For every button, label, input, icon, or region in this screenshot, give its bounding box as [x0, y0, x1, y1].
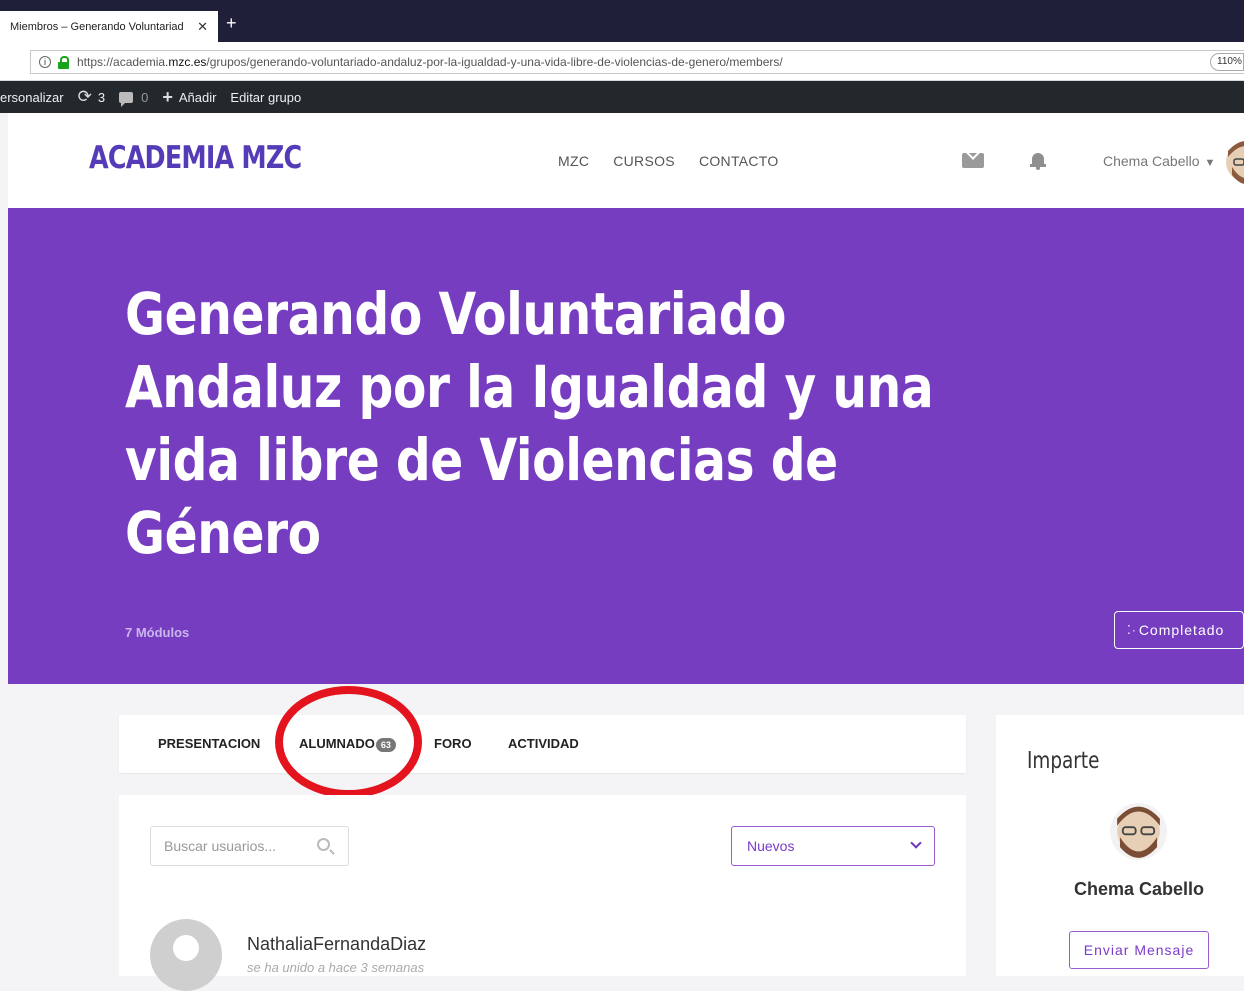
site-logo[interactable]: ACADEMIA MZC [89, 140, 302, 176]
avatar[interactable] [1226, 137, 1244, 187]
nav-item-contacto[interactable]: CONTACTO [699, 153, 779, 169]
modules-count: 7 Módulos [125, 625, 190, 640]
order-selected-value: Nuevos [747, 838, 795, 854]
instructor-sidebar: Imparte Chema Cabello Enviar Mensaje [996, 715, 1244, 976]
bell-icon[interactable] [1030, 151, 1046, 170]
sync-icon: ⟳ [77, 87, 92, 106]
browser-tab[interactable]: Miembros – Generando Voluntariad ✕ [0, 11, 218, 42]
highlight-circle [275, 686, 422, 798]
nav-item-cursos[interactable]: CURSOS [613, 153, 675, 169]
lock-icon[interactable] [58, 55, 69, 69]
user-menu[interactable]: Chema Cabello ▼ [1103, 153, 1215, 169]
user-name: Chema Cabello [1103, 153, 1200, 169]
order-select[interactable]: Nuevos [731, 826, 935, 866]
site-header: ACADEMIA MZC MZC CURSOS CONTACTO Chema C… [8, 113, 1244, 208]
avatar[interactable] [150, 919, 222, 991]
search-placeholder: Buscar usuarios... [164, 838, 277, 854]
tab-foro[interactable]: FORO [434, 736, 472, 751]
close-icon[interactable]: ✕ [197, 19, 208, 35]
instructor-name[interactable]: Chema Cabello [996, 879, 1244, 900]
chevron-down-icon: ▼ [1204, 157, 1216, 169]
info-icon[interactable]: i [39, 56, 51, 68]
completed-button[interactable]: ⁚· Completado [1114, 611, 1244, 649]
admin-comments-link[interactable]: 0 [119, 89, 149, 107]
admin-bar: ersonalizar ⟳ 3 0 + Añadir Editar grupo [0, 81, 1244, 113]
url-text: https://academia.mzc.es/grupos/generando… [77, 55, 783, 69]
comments-count: 0 [141, 89, 149, 105]
members-panel: Buscar usuarios... Nuevos NathaliaFernan… [119, 795, 966, 991]
progress-icon: ⁚· [1127, 623, 1137, 637]
send-message-button[interactable]: Enviar Mensaje [1069, 931, 1209, 969]
comment-icon [119, 91, 134, 107]
avatar[interactable] [1110, 803, 1167, 860]
admin-updates-link[interactable]: ⟳ 3 [78, 87, 105, 107]
member-joined: se ha unido a hace 3 semanas [247, 960, 425, 975]
tab-actividad[interactable]: ACTIVIDAD [508, 736, 579, 751]
envelope-icon[interactable] [962, 153, 984, 168]
plus-icon: + [162, 86, 173, 107]
url-field[interactable]: i https://academia.mzc.es/grupos/generan… [30, 50, 1244, 74]
admin-add-new-link[interactable]: + Añadir [162, 87, 216, 108]
admin-customize-link[interactable]: ersonalizar [0, 90, 64, 105]
group-tabs: PRESENTACION ALUMNADO 63 FORO ACTIVIDAD [119, 715, 966, 773]
browser-tab-strip: Miembros – Generando Voluntariad ✕ + [0, 0, 1244, 42]
updates-count: 3 [97, 89, 106, 105]
add-new-label: Añadir [178, 89, 217, 105]
group-hero: Generando Voluntariado Andaluz por la Ig… [8, 208, 1244, 684]
admin-edit-group-link[interactable]: Editar grupo [230, 90, 301, 105]
chevron-down-icon [910, 837, 922, 849]
search-icon[interactable] [317, 838, 330, 851]
member-name[interactable]: NathaliaFernandaDiaz [247, 934, 426, 955]
main-nav: MZC CURSOS CONTACTO [558, 153, 803, 169]
tab-presentacion[interactable]: PRESENTACION [158, 736, 260, 751]
completed-label: Completado [1138, 622, 1225, 638]
search-input[interactable]: Buscar usuarios... [150, 826, 349, 866]
zoom-indicator[interactable]: 110% [1210, 53, 1244, 71]
page-title: Generando Voluntariado Andaluz por la Ig… [125, 280, 934, 567]
browser-tab-title: Miembros – Generando Voluntariad [10, 20, 184, 33]
new-tab-icon[interactable]: + [226, 14, 237, 32]
sidebar-heading: Imparte [1027, 748, 1100, 774]
address-bar: i https://academia.mzc.es/grupos/generan… [0, 42, 1244, 81]
nav-item-mzc[interactable]: MZC [558, 153, 589, 169]
